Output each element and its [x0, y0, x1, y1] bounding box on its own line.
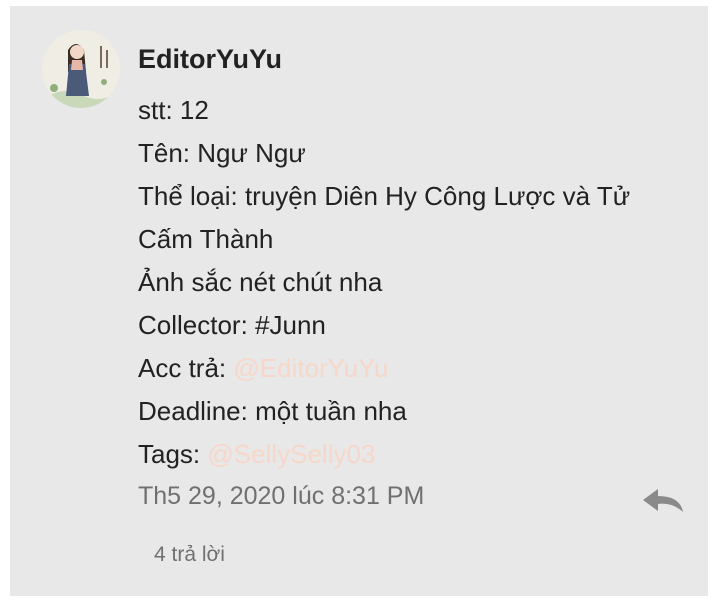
comment-line-acc: Acc trả: @EditorYuYu	[138, 347, 678, 390]
comment-line-stt: stt: 12	[138, 95, 209, 125]
comment-line-quality: Ảnh sắc nét chút nha	[138, 267, 383, 297]
comment-line-tags: Tags: @SellySelly03	[138, 433, 678, 476]
comment-line-name: Tên: Ngư Ngư	[138, 138, 306, 168]
avatar[interactable]	[42, 30, 120, 108]
comment-line-genre: Thể loại: truyện Diên Hy Công Lược và Tử…	[138, 181, 631, 254]
acc-mention-link[interactable]: @EditorYuYu	[233, 353, 388, 383]
comment-card: EditorYuYu stt: 12 Tên: Ngư Ngư Thể loại…	[10, 6, 708, 596]
reply-arrow-icon[interactable]	[640, 486, 686, 516]
comment-timestamp: Th5 29, 2020 lúc 8:31 PM	[138, 482, 425, 510]
comment-line-deadline: Deadline: một tuần nha	[138, 396, 407, 426]
comment-body: stt: 12 Tên: Ngư Ngư Thể loại: truyện Di…	[138, 89, 678, 476]
tags-mention-link[interactable]: @SellySelly03	[207, 439, 375, 469]
comment-line-collector: Collector: #Junn	[138, 310, 326, 340]
author-name[interactable]: EditorYuYu	[138, 44, 282, 75]
avatar-illustration	[42, 30, 120, 108]
replies-link[interactable]: 4 trả lời	[154, 543, 225, 567]
tags-label: Tags:	[138, 439, 208, 469]
acc-label: Acc trả:	[138, 353, 234, 383]
